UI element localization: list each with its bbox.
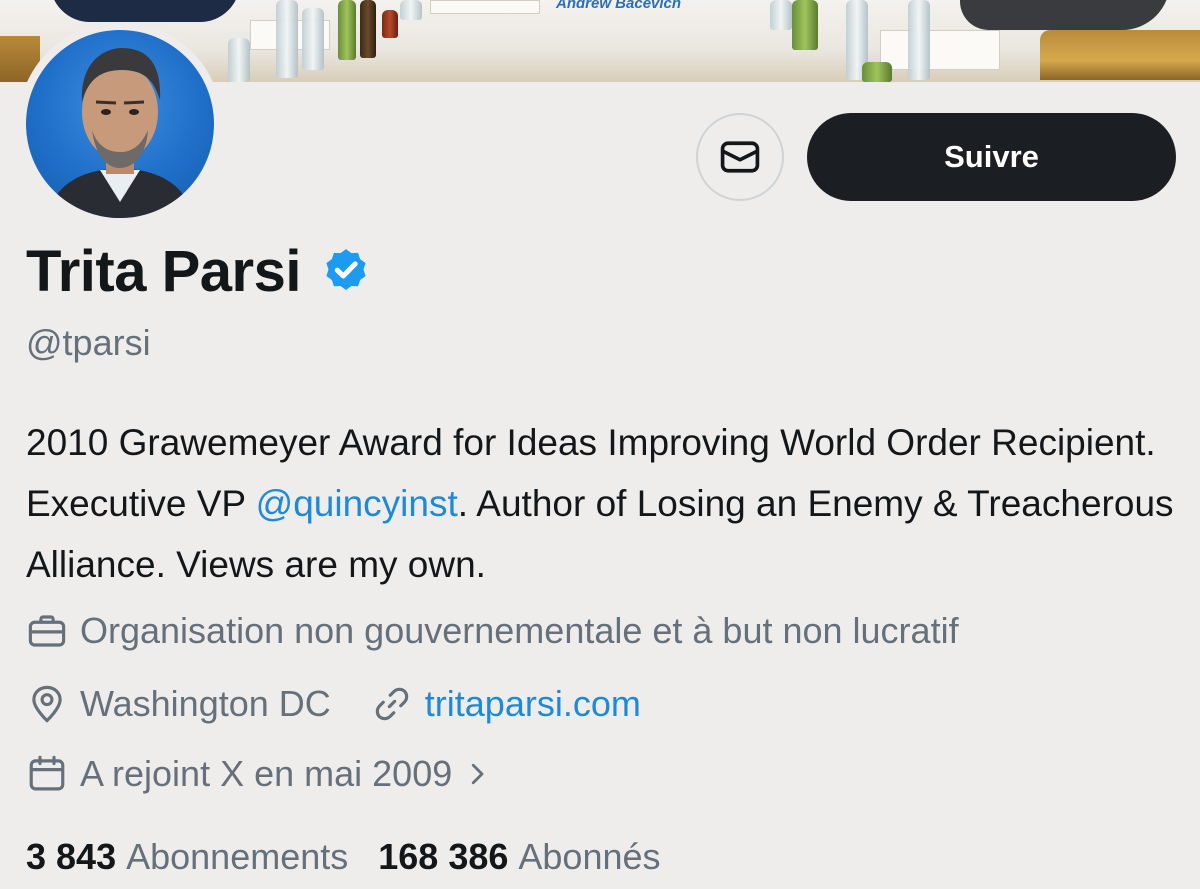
profile-page: Andrew Bacevich Suivre Trita Parsi @tpar…	[0, 0, 1200, 889]
location-group: Washington DC	[26, 683, 331, 725]
avatar-portrait	[46, 48, 194, 218]
banner-paper	[430, 0, 540, 14]
follow-button[interactable]: Suivre	[807, 113, 1176, 201]
banner-bottle	[908, 0, 930, 80]
banner-bottle	[770, 0, 792, 30]
profile-bio: 2010 Grawemeyer Award for Ideas Improvin…	[26, 412, 1186, 595]
banner-person-left	[50, 0, 240, 22]
banner-bottle	[228, 38, 250, 82]
user-handle: @tparsi	[26, 322, 151, 363]
name-row: Trita Parsi	[26, 238, 371, 304]
calendar-icon	[29, 755, 65, 791]
followers-stat[interactable]: 168 386 Abonnés	[378, 836, 660, 878]
following-label: Abonnements	[126, 836, 349, 877]
avatar[interactable]	[26, 30, 214, 218]
category-row: Organisation non gouvernementale et à bu…	[26, 610, 959, 652]
banner-bottle	[792, 0, 818, 50]
banner-person-right	[960, 0, 1170, 30]
followers-count: 168 386	[378, 836, 509, 877]
envelope-icon	[720, 141, 760, 173]
following-stat[interactable]: 3 843 Abonnements	[26, 836, 348, 878]
verified-badge-icon[interactable]	[321, 246, 371, 296]
chevron-right-icon	[472, 763, 484, 785]
location-website-row: Washington DC tritaparsi.com	[26, 683, 641, 725]
banner-bottle	[338, 0, 356, 60]
following-count: 3 843	[26, 836, 117, 877]
location-pin-icon	[32, 685, 62, 723]
location-text: Washington DC	[80, 683, 331, 724]
banner-bottle	[276, 0, 298, 78]
follow-stats: 3 843 Abonnements 168 386 Abonnés	[26, 836, 661, 878]
banner-paper	[880, 30, 1000, 70]
followers-label: Abonnés	[518, 836, 661, 877]
joined-text: A rejoint X en mai 2009	[80, 753, 453, 794]
banner-bottle	[382, 10, 398, 38]
banner-bottle	[302, 8, 324, 70]
banner-bottle	[862, 62, 892, 82]
bio-mention-link[interactable]: @quincyinst	[256, 483, 458, 524]
category-text: Organisation non gouvernementale et à bu…	[80, 610, 959, 651]
display-name: Trita Parsi	[26, 238, 301, 304]
message-button[interactable]	[696, 113, 784, 201]
joined-row[interactable]: A rejoint X en mai 2009	[26, 753, 492, 795]
website-group[interactable]: tritaparsi.com	[371, 683, 641, 725]
briefcase-icon	[28, 615, 66, 647]
banner-bottle	[360, 0, 376, 58]
banner-chair-right	[1040, 30, 1200, 80]
link-icon	[375, 687, 409, 721]
banner-bottle	[400, 0, 422, 20]
banner-caption: Andrew Bacevich	[556, 0, 682, 12]
website-link[interactable]: tritaparsi.com	[425, 683, 641, 725]
